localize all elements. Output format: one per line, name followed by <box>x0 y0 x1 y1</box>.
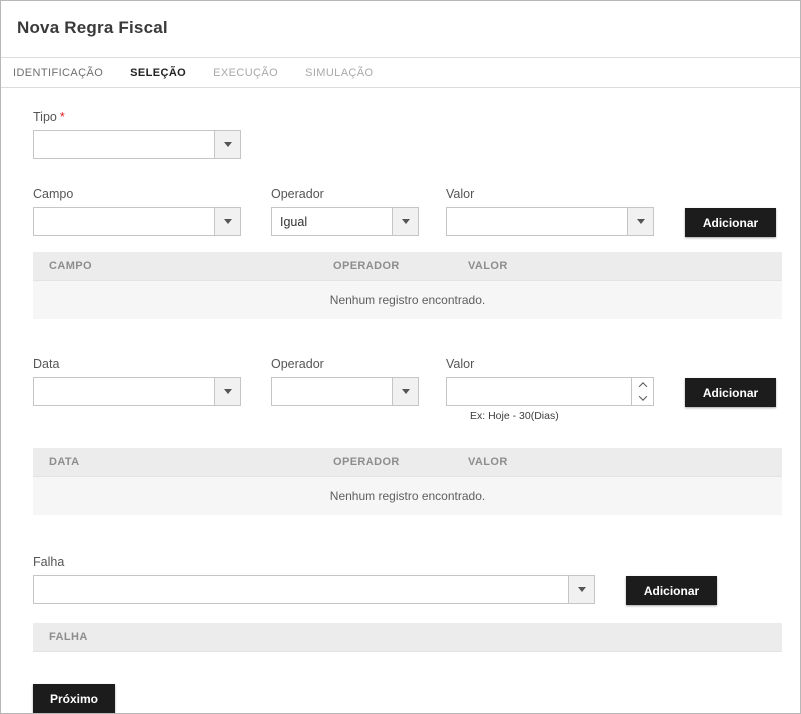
dropdown-arrow-icon[interactable] <box>214 378 240 405</box>
tab-identificacao[interactable]: IDENTIFICAÇÃO <box>13 67 103 79</box>
data-table-empty-message: Nenhum registro encontrado. <box>33 477 782 515</box>
chevron-down-icon <box>638 393 646 401</box>
dropdown-arrow-icon[interactable] <box>392 378 418 405</box>
campo-table: CAMPO OPERADOR VALOR Nenhum registro enc… <box>33 252 782 319</box>
operador-select[interactable]: Igual <box>271 207 419 236</box>
data-operador-label: Operador <box>271 357 419 371</box>
data-valor-hint: Ex: Hoje - 30(Dias) <box>470 410 654 422</box>
dropdown-arrow-icon[interactable] <box>214 131 240 158</box>
data-valor-spinner <box>446 377 654 406</box>
data-operador-select[interactable] <box>271 377 419 406</box>
valor-label: Valor <box>446 187 654 201</box>
form-footer: Próximo <box>33 684 782 713</box>
dropdown-arrow-icon[interactable] <box>568 576 594 603</box>
page-header: Nova Regra Fiscal <box>1 1 800 57</box>
falha-row: Falha Adicionar <box>33 555 782 605</box>
operador-field: Operador Igual <box>271 187 419 236</box>
column-header: OPERADOR <box>317 252 452 280</box>
dropdown-arrow-icon[interactable] <box>627 208 653 235</box>
falha-select[interactable] <box>33 575 595 604</box>
campo-row: Campo Operador Igual Valor <box>33 187 782 237</box>
spinner-up-icon[interactable] <box>632 378 653 392</box>
valor-select-value <box>447 208 627 235</box>
page-title: Nova Regra Fiscal <box>17 18 784 38</box>
caret-down-icon <box>224 142 232 147</box>
add-falha-button[interactable]: Adicionar <box>626 576 717 605</box>
tipo-section: Tipo* <box>33 110 782 159</box>
required-asterisk: * <box>60 110 65 124</box>
campo-table-empty-message: Nenhum registro encontrado. <box>33 281 782 319</box>
caret-down-icon <box>402 219 410 224</box>
campo-field: Campo <box>33 187 241 236</box>
spinner-buttons <box>631 378 653 405</box>
data-row: Data Operador Valor <box>33 357 782 422</box>
falha-table-header: FALHA <box>33 623 782 652</box>
falha-add-wrap: Adicionar <box>626 555 717 605</box>
operador-label: Operador <box>271 187 419 201</box>
column-header: VALOR <box>452 448 782 476</box>
dropdown-arrow-icon[interactable] <box>392 208 418 235</box>
new-fiscal-rule-page: Nova Regra Fiscal IDENTIFICAÇÃO SELEÇÃO … <box>0 0 801 714</box>
next-button[interactable]: Próximo <box>33 684 115 713</box>
tab-bar: IDENTIFICAÇÃO SELEÇÃO EXECUÇÃO SIMULAÇÃO <box>1 57 800 88</box>
data-operador-select-value <box>272 378 392 405</box>
spinner-down-icon[interactable] <box>632 392 653 406</box>
data-table: DATA OPERADOR VALOR Nenhum registro enco… <box>33 448 782 515</box>
falha-table: FALHA <box>33 623 782 652</box>
caret-down-icon <box>578 587 586 592</box>
chevron-up-icon <box>638 382 646 390</box>
add-campo-button[interactable]: Adicionar <box>685 208 776 237</box>
valor-field: Valor <box>446 187 654 236</box>
caret-down-icon <box>224 389 232 394</box>
tipo-select-value <box>34 131 214 158</box>
data-valor-input[interactable] <box>447 378 631 405</box>
column-header: VALOR <box>452 252 782 280</box>
operador-select-value: Igual <box>272 208 392 235</box>
campo-select-value <box>34 208 214 235</box>
tab-simulacao[interactable]: SIMULAÇÃO <box>305 67 373 79</box>
form-content: Tipo* Campo Operador Igual <box>1 88 800 713</box>
campo-select[interactable] <box>33 207 241 236</box>
caret-down-icon <box>402 389 410 394</box>
data-table-header: DATA OPERADOR VALOR <box>33 448 782 477</box>
falha-label: Falha <box>33 555 595 569</box>
column-header: FALHA <box>33 623 782 651</box>
tab-execucao[interactable]: EXECUÇÃO <box>213 67 278 79</box>
falha-field: Falha <box>33 555 595 604</box>
column-header: OPERADOR <box>317 448 452 476</box>
campo-table-header: CAMPO OPERADOR VALOR <box>33 252 782 281</box>
data-operador-field: Operador <box>271 357 419 406</box>
data-select-value <box>34 378 214 405</box>
data-field: Data <box>33 357 241 406</box>
data-valor-field: Valor Ex: Hoje - 30(Dias) <box>446 357 654 422</box>
tab-selecao[interactable]: SELEÇÃO <box>130 67 186 79</box>
column-header: DATA <box>33 448 317 476</box>
caret-down-icon <box>224 219 232 224</box>
dropdown-arrow-icon[interactable] <box>214 208 240 235</box>
campo-label: Campo <box>33 187 241 201</box>
data-add-wrap: Adicionar <box>685 357 776 407</box>
column-header: CAMPO <box>33 252 317 280</box>
valor-select[interactable] <box>446 207 654 236</box>
tipo-label: Tipo* <box>33 110 782 124</box>
caret-down-icon <box>637 219 645 224</box>
tipo-select[interactable] <box>33 130 241 159</box>
campo-add-wrap: Adicionar <box>685 187 776 237</box>
data-valor-label: Valor <box>446 357 654 371</box>
data-label: Data <box>33 357 241 371</box>
falha-select-value <box>34 576 568 603</box>
data-select[interactable] <box>33 377 241 406</box>
add-data-button[interactable]: Adicionar <box>685 378 776 407</box>
tipo-label-text: Tipo <box>33 110 57 124</box>
